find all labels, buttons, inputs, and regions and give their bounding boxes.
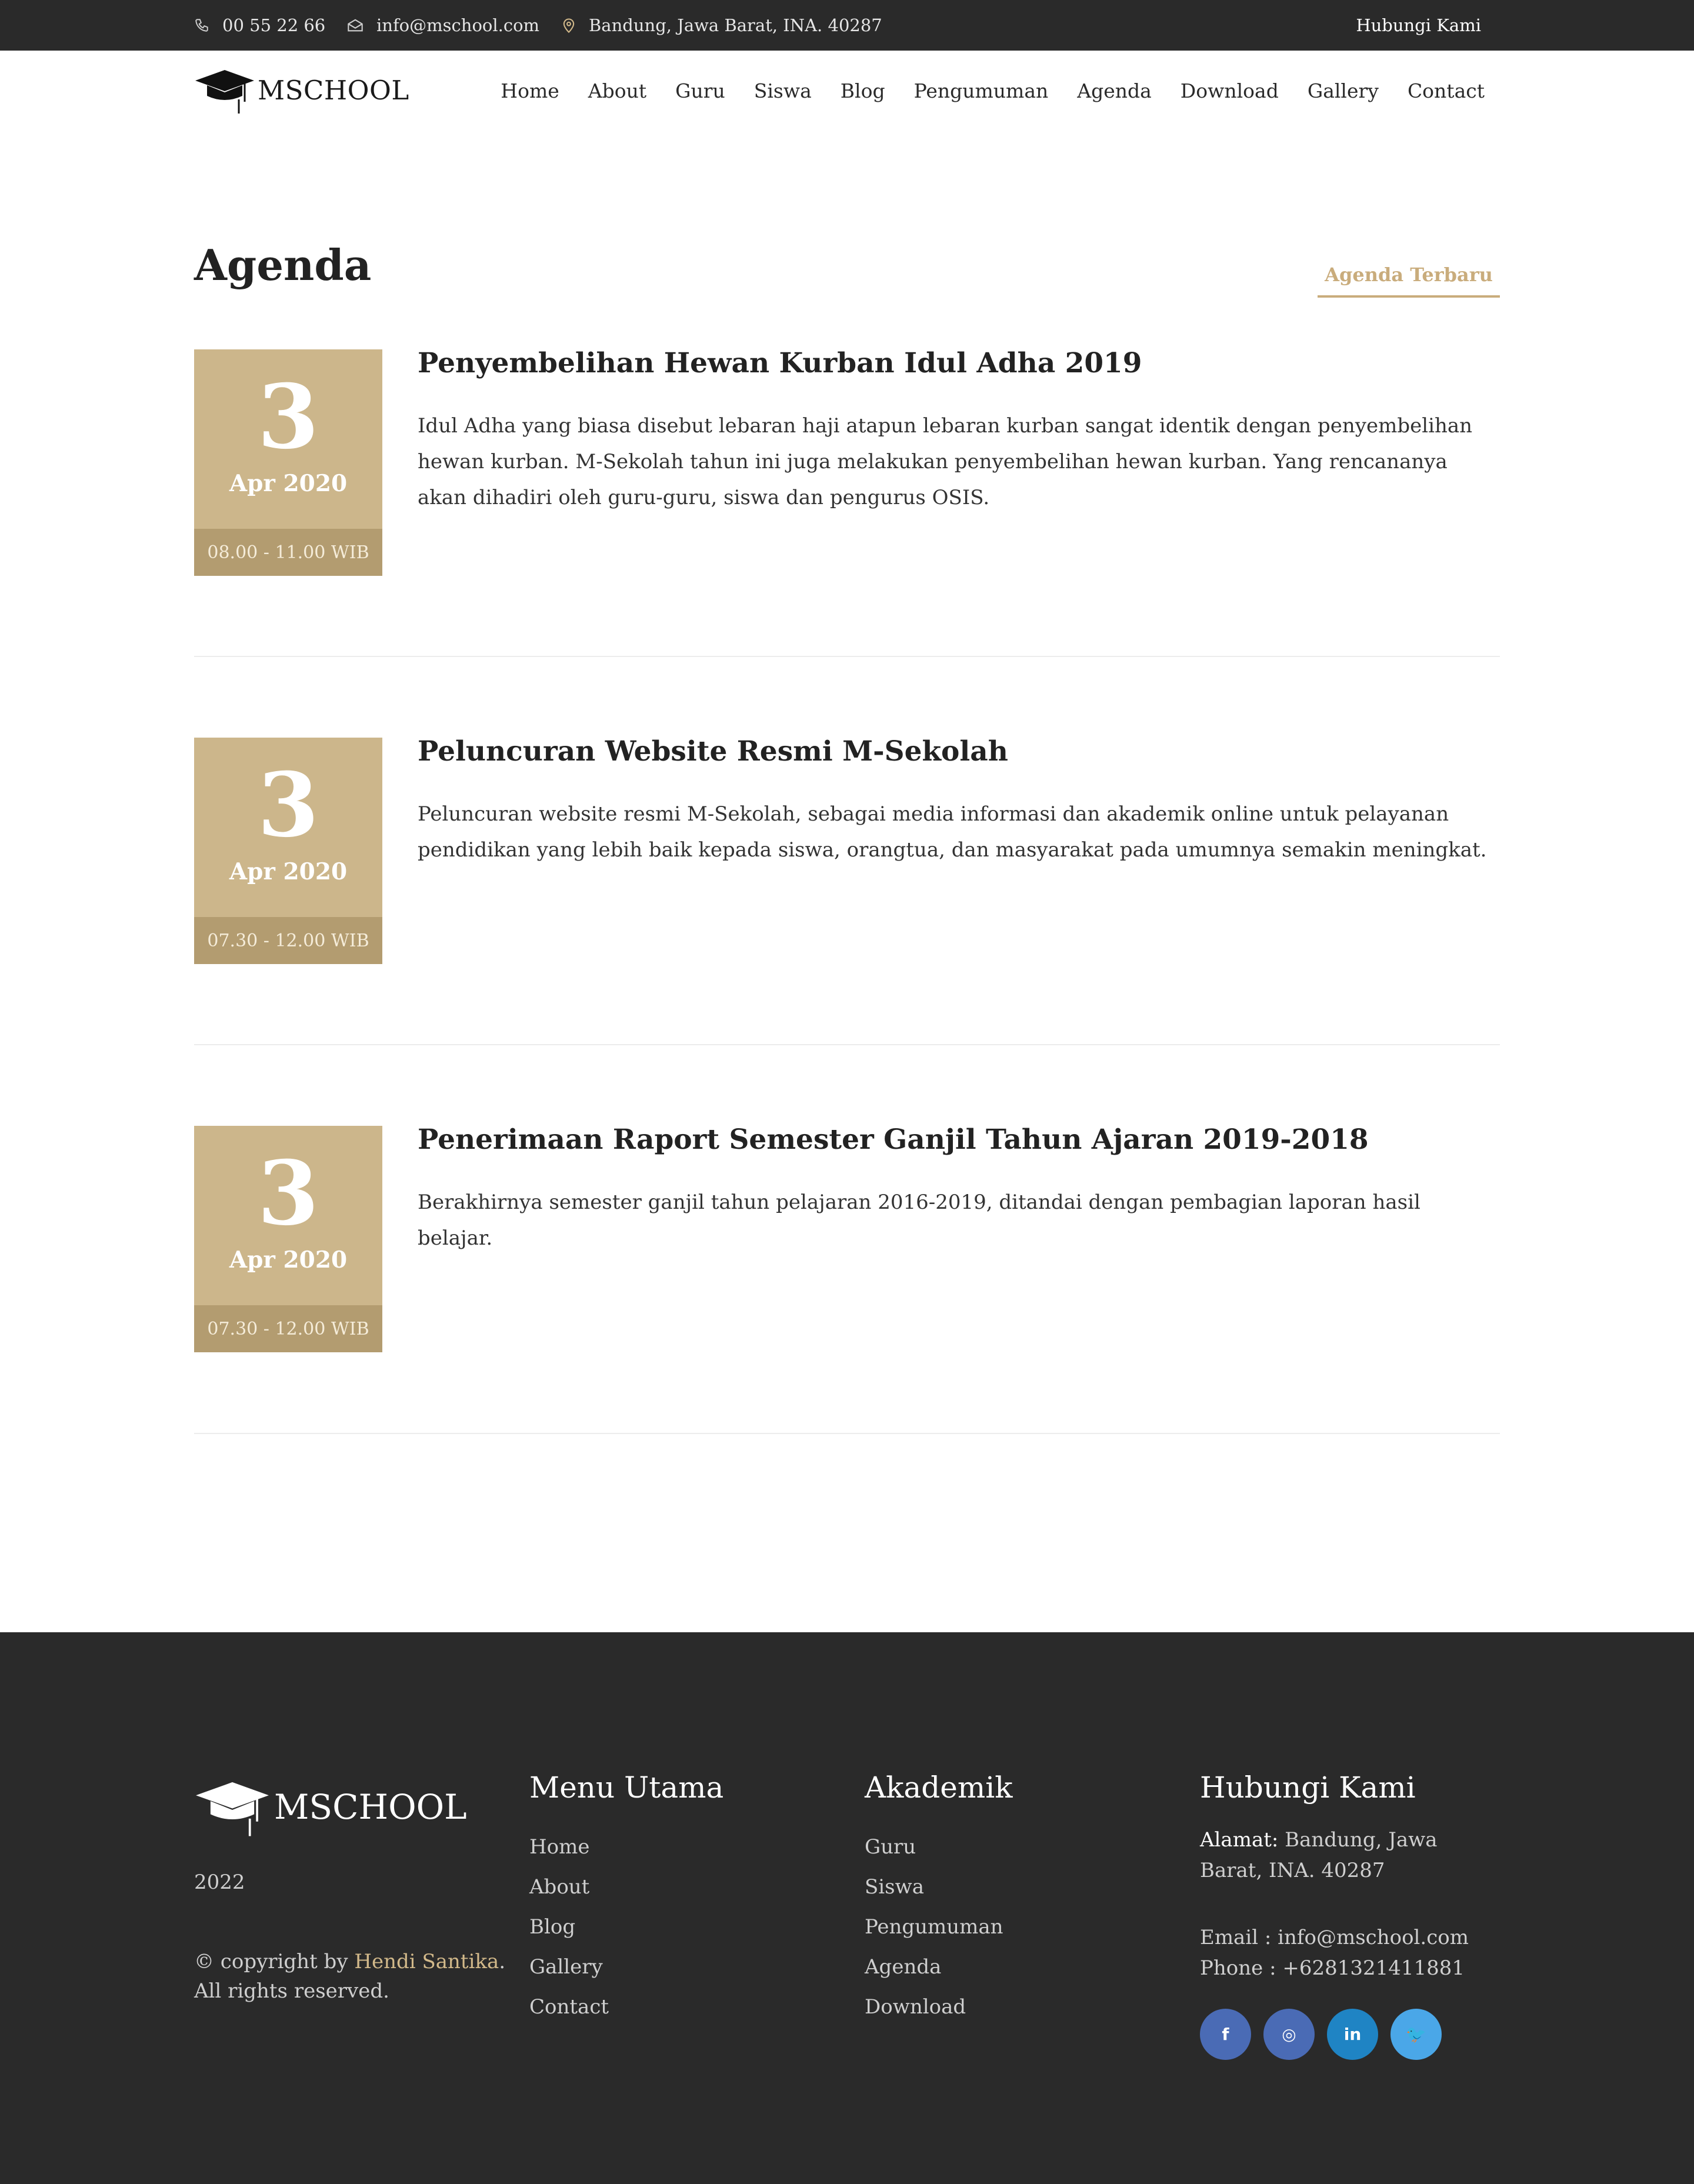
footer-link-gallery[interactable]: Gallery xyxy=(529,1947,723,1987)
date-day: 3 xyxy=(257,1142,319,1245)
agenda-description: Berakhirnya semester ganjil tahun pelaja… xyxy=(418,1191,1420,1250)
nav-pengumuman[interactable]: Pengumuman xyxy=(914,79,1049,102)
date-month-year: Apr 2020 xyxy=(229,470,348,497)
agenda-title[interactable]: Penyembelihan Hewan Kurban Idul Adha 201… xyxy=(418,347,1142,379)
address-text: Bandung, Jawa Barat, INA. 40287 xyxy=(589,15,882,35)
twitter-icon[interactable]: 🐦 xyxy=(1390,2009,1442,2060)
divider xyxy=(194,1044,1500,1045)
agenda-description: Peluncuran website resmi M-Sekolah, seba… xyxy=(418,802,1487,862)
instagram-icon[interactable]: ◎ xyxy=(1263,2009,1315,2060)
agenda-title[interactable]: Penerimaan Raport Semester Ganjil Tahun … xyxy=(418,1123,1369,1156)
facebook-icon[interactable]: f xyxy=(1200,2009,1251,2060)
site-logo[interactable]: MSCHOOL xyxy=(194,64,409,116)
top-info-bar: 00 55 22 66 info@mschool.com Bandung, Ja… xyxy=(0,0,1694,51)
agenda-title[interactable]: Peluncuran Website Resmi M-Sekolah xyxy=(418,735,1008,768)
footer-phone[interactable]: Phone : +6281321411881 xyxy=(1200,1953,1506,1983)
phone-text: 00 55 22 66 xyxy=(222,15,326,35)
footer-akademik-column: Akademik Guru Siswa Pengumuman Agenda Do… xyxy=(865,1770,1013,2027)
footer-logo[interactable]: MSCHOOL xyxy=(194,1776,467,1838)
nav-download[interactable]: Download xyxy=(1181,79,1279,102)
nav-agenda[interactable]: Agenda xyxy=(1077,79,1152,102)
footer-link-about[interactable]: About xyxy=(529,1867,723,1907)
email-text: info@mschool.com xyxy=(376,15,540,35)
footer-menu-column: Menu Utama Home About Blog Gallery Conta… xyxy=(529,1770,723,2027)
contact-us-link[interactable]: Hubungi Kami xyxy=(1356,0,1481,51)
primary-nav: Home About Guru Siswa Blog Pengumuman Ag… xyxy=(472,51,1485,131)
main-navbar: MSCHOOL Home About Guru Siswa Blog Pengu… xyxy=(0,51,1694,131)
location-pin-icon xyxy=(563,18,575,34)
graduation-cap-icon xyxy=(196,1782,269,1836)
footer-logo-wordmark: MSCHOOL xyxy=(274,1787,467,1827)
date-day: 3 xyxy=(257,753,319,857)
footer-link-home[interactable]: Home xyxy=(529,1827,723,1867)
footer-link-siswa[interactable]: Siswa xyxy=(865,1867,1013,1907)
topbar-email[interactable]: info@mschool.com xyxy=(347,0,539,51)
date-month-year: Apr 2020 xyxy=(229,1246,348,1273)
phone-icon xyxy=(195,19,208,32)
footer-address: Alamat: Bandung, Jawa Barat, INA. 40287 xyxy=(1200,1825,1506,1886)
date-month-year: Apr 2020 xyxy=(229,858,348,885)
footer-akademik-title: Akademik xyxy=(865,1770,1013,1805)
footer-link-contact[interactable]: Contact xyxy=(529,1987,723,2027)
graduation-cap-icon xyxy=(195,70,254,114)
topbar-address: Bandung, Jawa Barat, INA. 40287 xyxy=(562,0,882,51)
nav-gallery[interactable]: Gallery xyxy=(1308,79,1379,102)
footer-contact-column: Hubungi Kami Alamat: Bandung, Jawa Barat… xyxy=(1200,1770,1506,1983)
footer-email[interactable]: Email : info@mschool.com xyxy=(1200,1922,1506,1953)
linkedin-icon[interactable]: in xyxy=(1327,2009,1378,2060)
footer-link-download[interactable]: Download xyxy=(865,1987,1013,2027)
divider xyxy=(194,656,1500,657)
copyright-prefix: © copyright by xyxy=(194,1950,355,1973)
nav-blog[interactable]: Blog xyxy=(841,79,885,102)
date-badge: 3 Apr 2020 08.00 - 11.00 WIB xyxy=(194,349,382,576)
nav-siswa[interactable]: Siswa xyxy=(754,79,812,102)
page-title: Agenda xyxy=(194,240,372,290)
address-label: Alamat: xyxy=(1200,1828,1279,1852)
agenda-description: Idul Adha yang biasa disebut lebaran haj… xyxy=(418,414,1473,509)
envelope-icon xyxy=(348,19,363,32)
copyright-author-link[interactable]: Hendi Santika xyxy=(354,1950,499,1973)
event-time: 08.00 - 11.00 WIB xyxy=(194,529,382,576)
footer-menu-title: Menu Utama xyxy=(529,1770,724,1805)
nav-contact[interactable]: Contact xyxy=(1408,79,1485,102)
social-links: f ◎ in 🐦 xyxy=(1200,2009,1454,2060)
rights-text: All rights reserved. xyxy=(194,1979,389,2003)
date-day: 3 xyxy=(257,365,319,469)
event-time: 07.30 - 12.00 WIB xyxy=(194,917,382,964)
topbar-phone[interactable]: 00 55 22 66 xyxy=(194,0,325,51)
date-badge: 3 Apr 2020 07.30 - 12.00 WIB xyxy=(194,1126,382,1352)
footer-contact-title: Hubungi Kami xyxy=(1200,1770,1416,1805)
divider xyxy=(194,1433,1500,1434)
date-badge: 3 Apr 2020 07.30 - 12.00 WIB xyxy=(194,738,382,964)
tab-latest-agenda[interactable]: Agenda Terbaru xyxy=(1318,254,1500,298)
site-footer: MSCHOOL 2022 © copyright by Hendi Santik… xyxy=(0,1632,1694,2184)
logo-wordmark: MSCHOOL xyxy=(258,74,409,106)
footer-link-guru[interactable]: Guru xyxy=(865,1827,1013,1867)
footer-copyright: © copyright by Hendi Santika. All rights… xyxy=(194,1947,505,2006)
nav-guru[interactable]: Guru xyxy=(675,79,725,102)
footer-year: 2022 xyxy=(194,1870,245,1894)
footer-link-agenda[interactable]: Agenda xyxy=(865,1947,1013,1987)
copyright-suffix: . xyxy=(499,1950,506,1973)
nav-home[interactable]: Home xyxy=(501,79,559,102)
footer-link-blog[interactable]: Blog xyxy=(529,1907,723,1947)
event-time: 07.30 - 12.00 WIB xyxy=(194,1305,382,1352)
footer-link-pengumuman[interactable]: Pengumuman xyxy=(865,1907,1013,1947)
nav-about[interactable]: About xyxy=(588,79,646,102)
